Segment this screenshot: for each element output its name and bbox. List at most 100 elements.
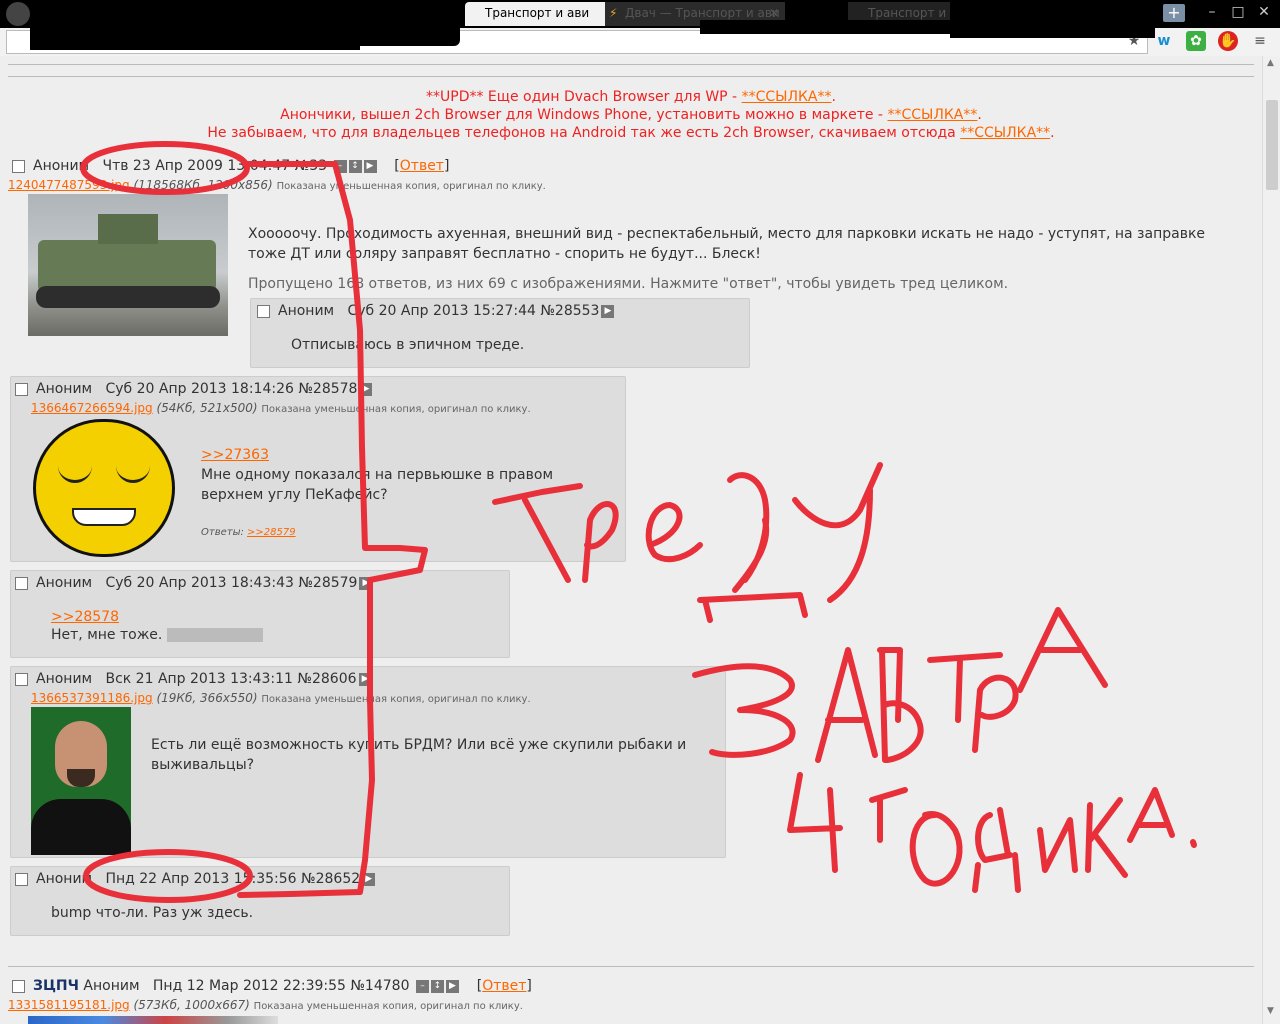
file-meta: (118568Кб, 1200x856) xyxy=(133,178,273,192)
file-info: 1366467266594.jpg (54Кб, 521x500) Показа… xyxy=(31,401,531,415)
announcement-link[interactable]: **ССЫЛКА** xyxy=(742,89,832,105)
scroll-up-icon[interactable]: ▲ xyxy=(1267,58,1274,68)
page-content: **UPD** Еще один Dvach Browser для WP - … xyxy=(0,56,1262,1024)
announcement-text: . xyxy=(977,107,982,123)
maximize-button[interactable]: □ xyxy=(1228,3,1248,21)
answer-link[interactable]: >>28579 xyxy=(247,527,296,538)
post-header: Аноним Пнд 22 Апр 2013 15:35:56 №28652 ▶ xyxy=(15,871,376,887)
post-text: Хооооочу. Проходимость ахуенная, внешний… xyxy=(248,226,1206,262)
reply-link[interactable]: Ответ xyxy=(400,158,444,174)
play-icon[interactable]: ▶ xyxy=(363,159,377,173)
play-icon[interactable]: ▶ xyxy=(601,304,615,318)
post-text-line: Нет, мне тоже. xyxy=(51,625,263,645)
play-icon[interactable]: ▶ xyxy=(362,872,376,886)
browser-logo-icon xyxy=(6,2,30,26)
portrait-body xyxy=(31,799,131,855)
reply-post: Аноним Суб 20 Апр 2013 18:43:43 №28579 ▶ … xyxy=(10,570,510,658)
post-header: Аноним Суб 20 Апр 2013 15:27:44 №28553 ▶ xyxy=(257,303,615,319)
announcement-link[interactable]: **ССЫЛКА** xyxy=(887,107,977,123)
poster-name: Аноним xyxy=(83,978,140,994)
play-icon[interactable]: ▶ xyxy=(358,672,372,686)
scrollbar-thumb[interactable] xyxy=(1266,100,1278,190)
expand-icon[interactable]: ↕ xyxy=(348,159,362,173)
spoiler-block[interactable] xyxy=(166,628,263,642)
announcement-text: . xyxy=(1050,125,1055,141)
announcement-line: Анончики, вышел 2ch Browser для Windows … xyxy=(0,106,1262,124)
poster-name: Аноним xyxy=(36,575,93,591)
wave-icon[interactable]: w xyxy=(1154,31,1174,51)
face-mouth xyxy=(72,508,136,526)
new-tab-button[interactable]: + xyxy=(1163,4,1185,22)
portrait-thumbnail[interactable] xyxy=(31,707,131,855)
post-number[interactable]: №28553 xyxy=(540,303,599,319)
reply-post: Аноним Суб 20 Апр 2013 15:27:44 №28553 ▶ … xyxy=(250,298,750,368)
post-checkbox[interactable] xyxy=(15,672,28,686)
post-text: Отписываюсь в эпичном треде. xyxy=(291,337,525,353)
adblock-icon[interactable]: ✋ xyxy=(1218,31,1238,51)
tab-title: Транспорт и xyxy=(868,6,947,20)
close-window-button[interactable]: ✕ xyxy=(1254,3,1274,21)
announcement-text: Не забываем, что для владельцев телефоно… xyxy=(207,125,961,141)
file-link[interactable]: 1331581195181.jpg xyxy=(8,998,130,1012)
post-checkbox[interactable] xyxy=(12,979,25,993)
post-number[interactable]: №28579 xyxy=(298,575,357,591)
file-meta: (19Кб, 366x550) xyxy=(156,691,258,705)
file-link[interactable]: 1240477487593.jpg xyxy=(8,178,130,192)
play-icon[interactable]: ▶ xyxy=(445,979,459,993)
announcement-link[interactable]: **ССЫЛКА** xyxy=(960,125,1050,141)
divider xyxy=(8,966,1254,967)
thread-thumbnail[interactable] xyxy=(28,1016,278,1024)
post-date: Чтв 23 Апр 2009 13:04:47 xyxy=(102,158,291,174)
play-icon[interactable]: ▶ xyxy=(359,576,373,590)
post-checkbox[interactable] xyxy=(15,382,28,396)
poster-name: Аноним xyxy=(36,871,93,887)
post-text: Мне одному показался на первьюшке в прав… xyxy=(201,467,554,503)
op-header: Аноним Чтв 23 Апр 2009 13:04:47 №33 – ↕ ▶ … xyxy=(12,158,449,174)
vehicle-track xyxy=(36,286,220,308)
poster-name: Аноним xyxy=(36,381,93,397)
vehicle-thumbnail[interactable] xyxy=(28,194,228,336)
file-link[interactable]: 1366467266594.jpg xyxy=(31,401,153,415)
post-number[interactable]: №28652 xyxy=(301,871,360,887)
post-checkbox[interactable] xyxy=(257,304,270,318)
post-checkbox[interactable] xyxy=(15,576,28,590)
post-date: Суб 20 Апр 2013 18:43:43 xyxy=(105,575,294,591)
post-checkbox[interactable] xyxy=(15,872,28,886)
meme-face-thumbnail[interactable] xyxy=(33,419,175,557)
minimize-button[interactable]: – xyxy=(1202,3,1222,21)
op-header: ЗЦПЧ Аноним Пнд 12 Мар 2012 22:39:55 №14… xyxy=(12,978,532,994)
hide-icon[interactable]: – xyxy=(415,979,429,993)
tab-active[interactable]: Транспорт и ави ✕ xyxy=(465,2,625,26)
answers-line: Ответы: >>28579 xyxy=(201,527,296,538)
post-number[interactable]: №33 xyxy=(295,158,327,174)
post-number[interactable]: №28578 xyxy=(298,381,357,397)
announcement-line: **UPD** Еще один Dvach Browser для WP - … xyxy=(0,88,1262,106)
hide-icon[interactable]: – xyxy=(333,159,347,173)
vehicle-hull xyxy=(38,240,216,292)
announcement-line: Не забываем, что для владельцев телефоно… xyxy=(0,124,1262,142)
tab-title: Транспорт и ави xyxy=(485,6,590,20)
redaction-mark xyxy=(950,0,1155,38)
menu-icon[interactable]: ≡ xyxy=(1250,31,1270,51)
post-header: Аноним Вск 21 Апр 2013 13:43:11 №28606 ▶ xyxy=(15,671,372,687)
share-icon[interactable]: ✿ xyxy=(1186,31,1206,51)
file-note: Показана уменьшенная копия, оригинал по … xyxy=(261,694,531,705)
play-icon[interactable]: ▶ xyxy=(359,382,373,396)
scroll-down-icon[interactable]: ▼ xyxy=(1267,1006,1274,1016)
answers-label: Ответы: xyxy=(201,527,244,538)
thread-subject: ЗЦПЧ xyxy=(33,978,79,994)
post-checkbox[interactable] xyxy=(12,159,25,173)
announcement-text: **UPD** Еще один Dvach Browser для WP - xyxy=(426,89,742,105)
quote-link[interactable]: >>28578 xyxy=(51,609,119,625)
vertical-scrollbar[interactable]: ▲ ▼ xyxy=(1262,56,1280,1024)
tab-title: Двач — Транспорт и ави xyxy=(625,6,780,20)
expand-icon[interactable]: ↕ xyxy=(430,979,444,993)
post-number[interactable]: №28606 xyxy=(297,671,356,687)
file-link[interactable]: 1366537391186.jpg xyxy=(31,691,153,705)
redaction-mark xyxy=(30,18,360,50)
file-meta: (54Кб, 521x500) xyxy=(156,401,258,415)
post-number[interactable]: №14780 xyxy=(350,978,409,994)
quote-link[interactable]: >>27363 xyxy=(201,447,269,463)
reply-link[interactable]: Ответ xyxy=(482,978,526,994)
post-date: Суб 20 Апр 2013 18:14:26 xyxy=(105,381,294,397)
